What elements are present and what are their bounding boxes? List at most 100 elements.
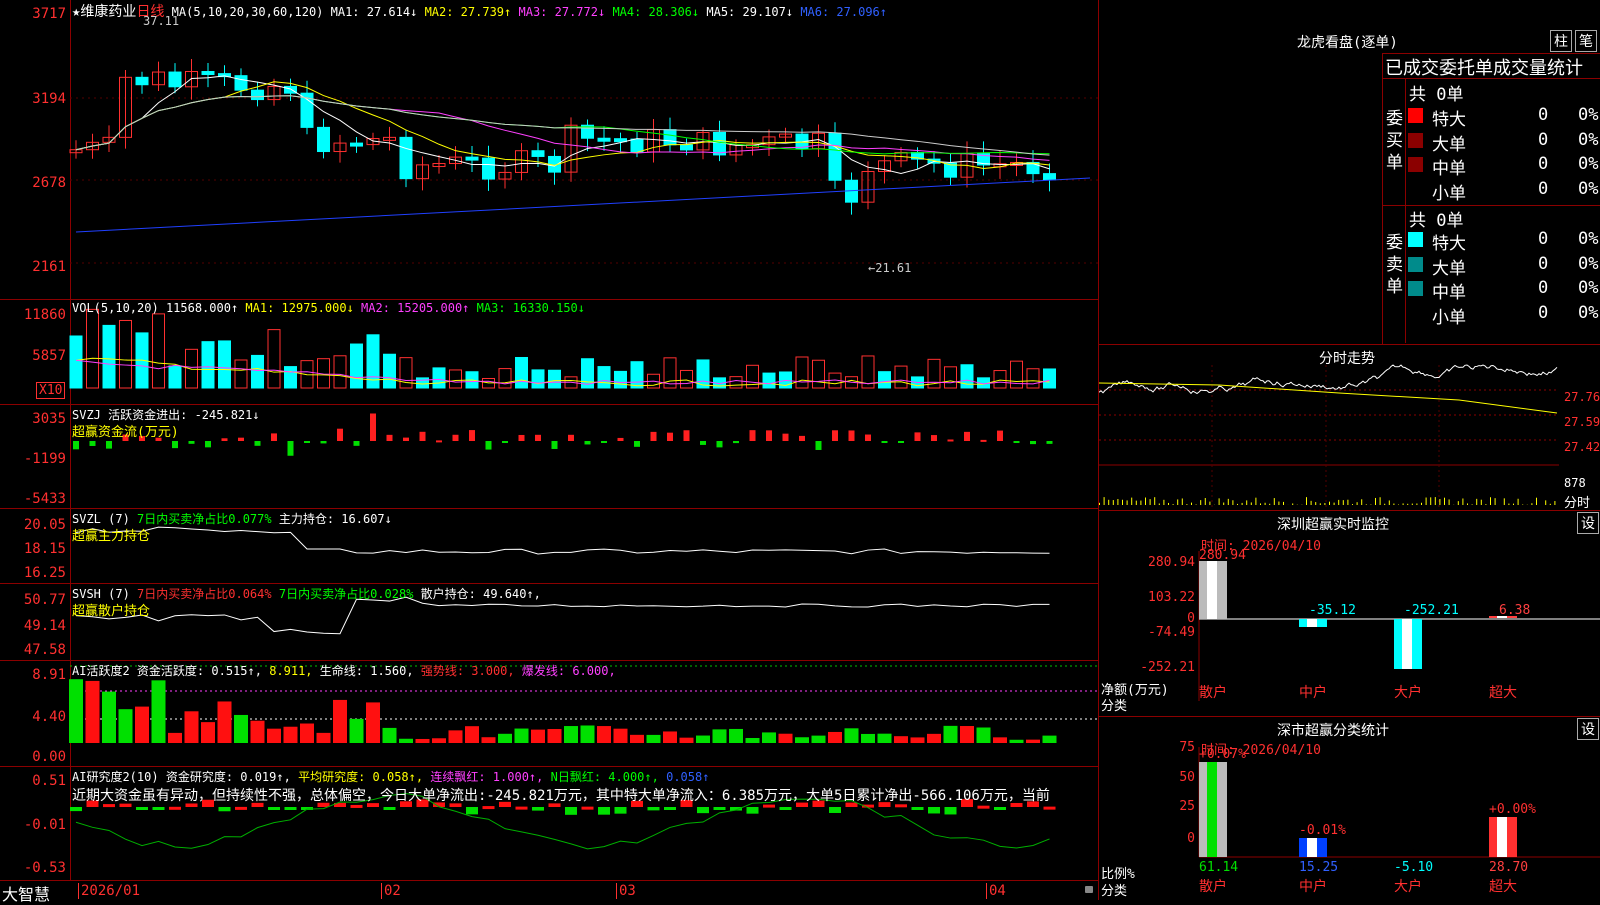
classify-panel[interactable]: 深市超赢分类统计 设 时间: 2026/04/10 7550250+0.07%6… [1099, 717, 1600, 900]
monitor-value: 6.38 [1499, 603, 1530, 618]
research-bar [351, 805, 363, 808]
intraday-vol [1550, 504, 1551, 505]
volume-bar [219, 341, 231, 388]
order-pct: 0% [1578, 154, 1598, 174]
flow-bar [717, 441, 723, 447]
intraday-chart[interactable] [1099, 345, 1600, 510]
price-panel[interactable]: 3717 3194 2678 2161 ★维康药业日线 MA(5,10,20,3… [0, 0, 1098, 300]
volume-bar [400, 358, 412, 388]
svzj-panel[interactable]: 3035 -1199 -5433 SVZJ 活跃资金进出: -245.821↓ … [0, 405, 1098, 509]
activity-bar [201, 722, 215, 743]
flow-bar [865, 435, 871, 441]
order-count: 0 [1538, 229, 1548, 249]
candle-body [400, 137, 412, 178]
volume-bar [450, 370, 462, 388]
flow-bar [436, 440, 442, 442]
intraday-vol [1384, 504, 1385, 505]
volume-panel[interactable]: 11860 5857 X10 VOL(5,10,20) 11568.000↑ M… [0, 300, 1098, 405]
flow-bar [585, 441, 591, 444]
ai1-d: 强势线: 3.000, [421, 664, 515, 678]
activity-bar [729, 729, 743, 743]
flow-bar [205, 441, 211, 447]
activity-bar [251, 721, 265, 743]
intraday-vol [1334, 503, 1335, 505]
ma1-value: MA1: 27.614↓ [331, 5, 418, 19]
intraday-vol [1403, 503, 1404, 505]
classify-category: 超大 [1489, 879, 1517, 895]
volume-bar [549, 370, 561, 388]
candle-body [631, 139, 643, 152]
research-bar [780, 807, 792, 810]
classify-tick: 75 [1179, 740, 1195, 755]
ma4-line [76, 96, 1050, 154]
volume-bar [1027, 369, 1039, 388]
activity-bar [927, 734, 941, 743]
volume-bar [681, 370, 693, 388]
volume-bar [796, 357, 808, 388]
svsh-ratio1: 7日内买卖净占比0.064% [137, 587, 272, 601]
intraday-vol [1232, 500, 1233, 505]
research-bar [136, 807, 148, 810]
research-bar [483, 806, 495, 809]
monitor-category: 中户 [1299, 684, 1327, 701]
research-bar [516, 807, 528, 810]
candle-body [318, 127, 330, 151]
intraday-vol [1246, 500, 1247, 505]
flow-bar [750, 430, 756, 441]
order-row: 大单00% [1408, 129, 1600, 153]
candlestick-chart[interactable] [0, 0, 1098, 299]
intraday-vol [1329, 502, 1330, 505]
intraday-vol [1219, 498, 1220, 505]
fenshi-panel[interactable]: 分时走势 27.76 27.59 27.42 878 分时 [1099, 345, 1600, 510]
monitor-category: 超大 [1489, 685, 1517, 701]
order-type: 小单 [1432, 179, 1466, 204]
order-pct: 0% [1578, 254, 1598, 274]
ai1-a: 资金活跃度: 0.515↑, [137, 664, 262, 678]
order-row: 小单00% [1408, 178, 1600, 202]
intraday-vol [1260, 503, 1261, 505]
monitor-panel[interactable]: 深圳超赢实时监控 设 时间: 2026/04/10 280.94103.220-… [1099, 511, 1600, 716]
intraday-vol [1554, 501, 1555, 505]
lock-icon[interactable] [1085, 886, 1093, 893]
monitor-tick: 103.22 [1148, 590, 1195, 605]
ai-research-panel[interactable]: 0.51 -0.01 -0.53 AI研究度2(10) 资金研究度: 0.019… [0, 767, 1098, 881]
research-bar [978, 806, 990, 809]
intraday-vol [1531, 503, 1532, 505]
color-swatch [1408, 133, 1423, 148]
bar-mode-button[interactable]: 柱 [1550, 30, 1572, 52]
longhu-title: 龙虎看盘(逐单) [1297, 32, 1398, 52]
order-count: 0 [1538, 254, 1548, 274]
volume-chart[interactable] [0, 300, 1098, 404]
ai-activity-panel[interactable]: 8.91 4.40 0.00 AI活跃度2 资金活跃度: 0.515↑, 8.9… [0, 661, 1098, 767]
research-bar [219, 807, 231, 811]
research-bar [945, 807, 957, 814]
activity-bar [1026, 740, 1040, 743]
monitor-tick: 280.94 [1148, 555, 1195, 570]
flow-bar [964, 432, 970, 441]
vol-ma1: MA1: 12975.000↓ [245, 301, 353, 315]
volume-bar [70, 336, 82, 388]
research-bar [1044, 807, 1056, 810]
flow-bar [453, 435, 459, 441]
activity-bar [267, 729, 281, 743]
candle-body [483, 158, 495, 179]
monitor-tick: -252.21 [1140, 660, 1195, 675]
intraday-vol [1127, 500, 1128, 505]
svsh-panel[interactable]: 50.77 49.14 47.58 SVSH (7) 7日内买卖净占比0.064… [0, 584, 1098, 661]
svzl-name: SVZL (7) [72, 512, 130, 526]
research-bar [714, 807, 726, 810]
volume-bar [499, 369, 511, 388]
intraday-vol [1412, 504, 1413, 505]
volume-bar [994, 371, 1006, 388]
volume-bar [103, 325, 115, 388]
candle-body [681, 145, 693, 150]
classify-bar-highlight [1307, 838, 1317, 857]
monitor-value: 280.94 [1199, 548, 1246, 563]
tick-mode-button[interactable]: 笔 [1575, 30, 1597, 52]
svzl-panel[interactable]: 20.05 18.15 16.25 SVZL (7) 7日内买卖净占比0.077… [0, 509, 1098, 584]
flow-bar [189, 441, 195, 444]
candle-body [714, 132, 726, 154]
activity-bar [812, 736, 826, 743]
ai1-c: 生命线: 1.560, [320, 664, 414, 678]
flow-bar [519, 435, 525, 441]
